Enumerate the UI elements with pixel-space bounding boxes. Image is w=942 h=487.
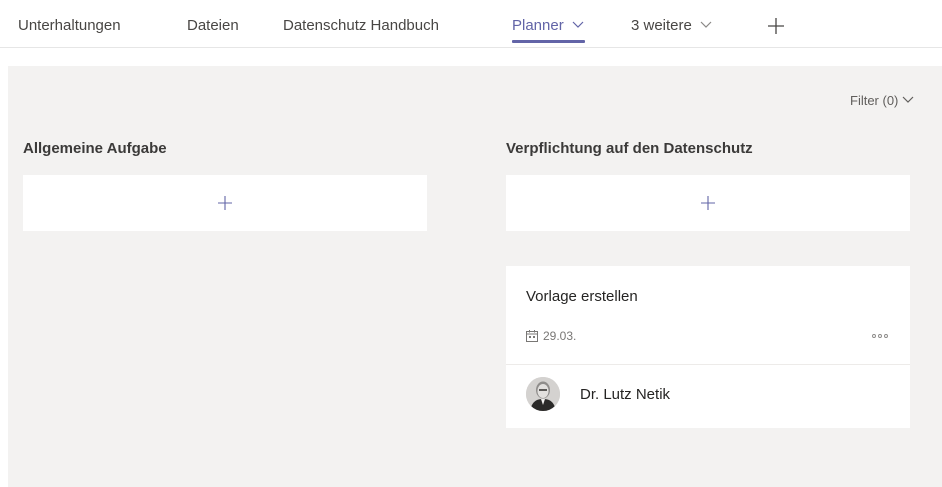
plus-icon	[218, 196, 232, 210]
teams-planner-window: Unterhaltungen Dateien Datenschutz Handb…	[0, 0, 942, 487]
avatar	[526, 377, 560, 411]
ellipsis-icon	[872, 334, 888, 338]
tab-label: 3 weitere	[631, 17, 692, 34]
task-title[interactable]: Vorlage erstellen	[526, 288, 638, 305]
active-tab-indicator	[512, 40, 585, 43]
tab-datenschutz-handbuch[interactable]: Datenschutz Handbuch	[283, 17, 439, 48]
chevron-down-icon	[699, 19, 713, 29]
tab-label: Planner	[512, 17, 564, 34]
add-tab-button[interactable]	[766, 16, 786, 36]
chevron-down-icon	[902, 94, 914, 104]
filter-button[interactable]: Filter (0)	[850, 93, 914, 108]
tab-label: Unterhaltungen	[18, 17, 121, 34]
tab-unterhaltungen[interactable]: Unterhaltungen	[18, 17, 121, 48]
task-due-date: 29.03.	[526, 329, 576, 343]
plus-icon	[768, 18, 784, 34]
calendar-icon	[526, 330, 538, 342]
divider	[506, 364, 910, 365]
add-task-button[interactable]	[506, 175, 910, 231]
assignee-name: Dr. Lutz Netik	[580, 385, 671, 403]
tab-dateien[interactable]: Dateien	[187, 17, 239, 48]
due-date-text: 29.03.	[543, 329, 577, 343]
task-assignee[interactable]: Dr. Lutz Netik	[526, 377, 670, 411]
tab-label: Dateien	[187, 17, 239, 34]
bucket-title: Allgemeine Aufgabe	[23, 140, 167, 157]
plus-icon	[701, 196, 715, 210]
tab-more-tabs[interactable]: 3 weitere	[631, 17, 713, 48]
add-task-button[interactable]	[23, 175, 427, 231]
channel-tab-bar: Unterhaltungen Dateien Datenschutz Handb…	[0, 0, 942, 48]
bucket-title: Verpflichtung auf den Datenschutz	[506, 140, 753, 157]
chevron-down-icon	[571, 19, 585, 29]
tab-label: Datenschutz Handbuch	[283, 17, 439, 34]
more-options-button[interactable]	[870, 329, 890, 341]
tab-planner[interactable]: Planner	[512, 17, 585, 48]
filter-label: Filter (0)	[850, 93, 899, 108]
task-card[interactable]: Vorlage erstellen 29.03. Dr. Lutz Netik	[506, 266, 910, 428]
